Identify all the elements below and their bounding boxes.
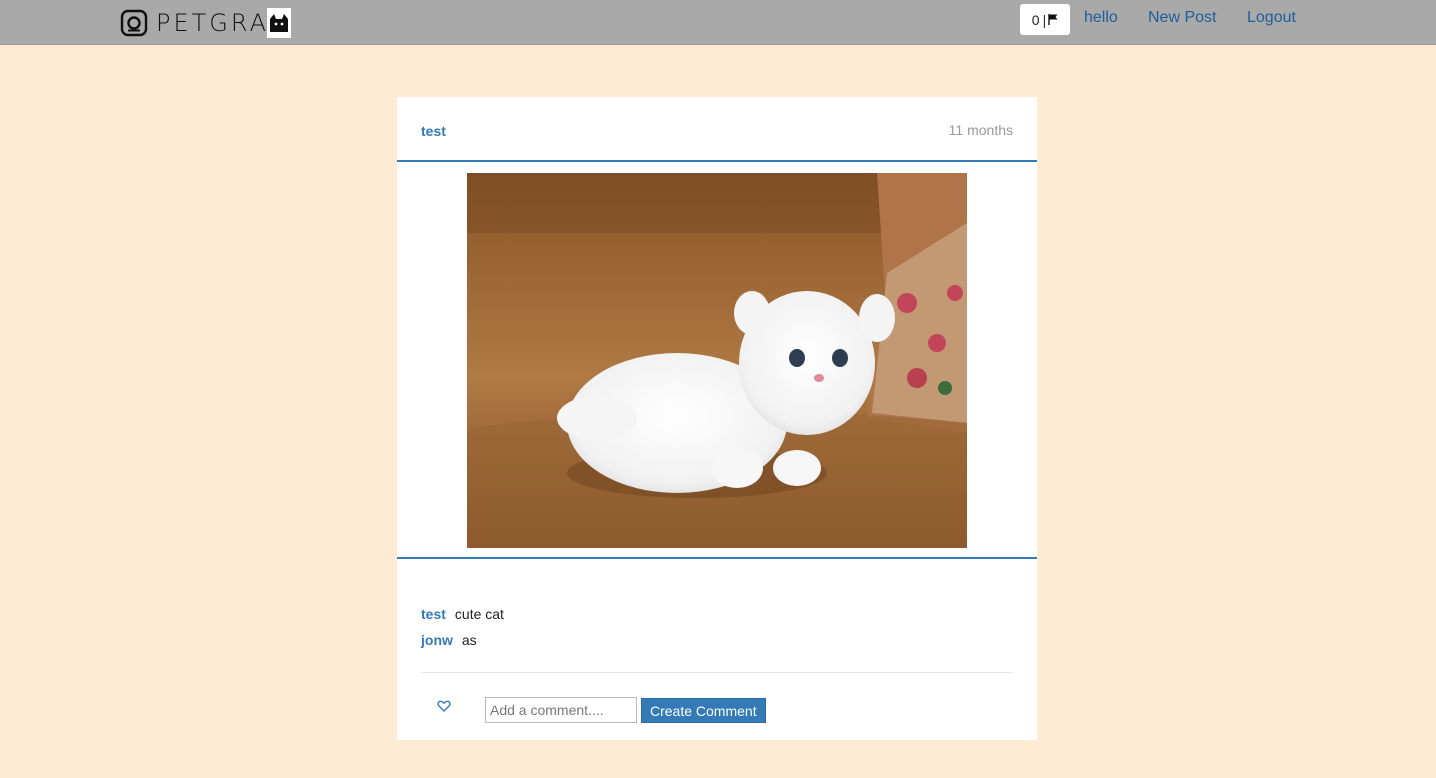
nav-new-post-link[interactable]: New Post bbox=[1148, 9, 1216, 27]
post-card: test 11 months test cute cat jonw as Add… bbox=[397, 97, 1037, 740]
comment-input[interactable] bbox=[485, 697, 637, 723]
heart-icon[interactable] bbox=[437, 699, 451, 713]
post-timestamp: 11 months bbox=[948, 122, 1013, 138]
comment-text: as bbox=[461, 632, 477, 648]
comment-item: test cute cat bbox=[421, 605, 1013, 631]
comments-divider bbox=[421, 672, 1013, 673]
comment-user[interactable]: test bbox=[421, 606, 446, 622]
comment-item: jonw as bbox=[421, 631, 1013, 657]
post-image bbox=[467, 173, 967, 548]
comment-user[interactable]: jonw bbox=[421, 632, 453, 648]
flag-icon bbox=[1048, 14, 1058, 25]
post-author[interactable]: test bbox=[421, 123, 446, 139]
nav-logout-link[interactable]: Logout bbox=[1247, 9, 1296, 27]
post-image-divider bbox=[397, 557, 1037, 559]
notification-count: 0 bbox=[1031, 11, 1040, 28]
brand-text: PETGRA bbox=[156, 9, 270, 37]
nav-hello-link[interactable]: hello bbox=[1084, 9, 1118, 27]
post-header: test 11 months bbox=[397, 97, 1037, 162]
brand-logo[interactable]: PETGRA bbox=[120, 8, 292, 38]
comment-text: cute cat bbox=[454, 606, 504, 622]
comment-list: test cute cat jonw as bbox=[421, 605, 1013, 657]
instagram-icon bbox=[120, 9, 148, 37]
create-comment-button[interactable]: Create Comment bbox=[641, 698, 766, 723]
navbar: PETGRA 0 | hello New Post Logout bbox=[0, 0, 1436, 45]
cat-icon bbox=[267, 8, 292, 38]
notifications-button[interactable]: 0 | bbox=[1020, 4, 1070, 35]
